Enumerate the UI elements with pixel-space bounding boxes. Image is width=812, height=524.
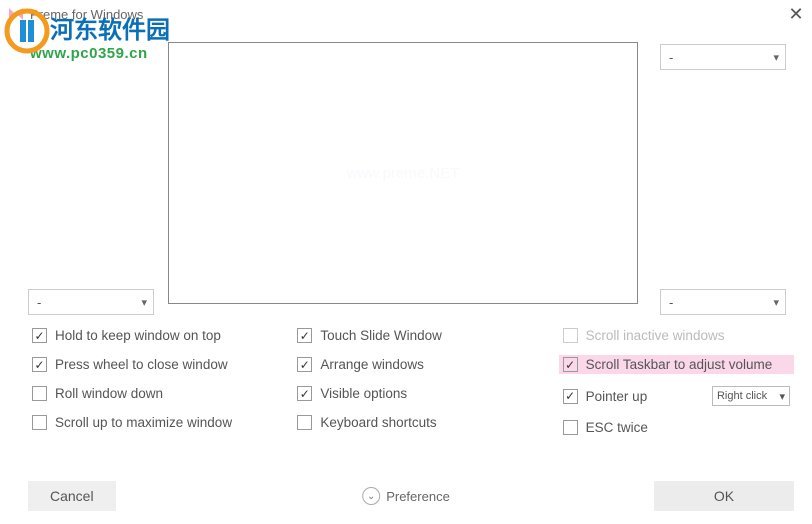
preview-area: www.preme.NET: [168, 42, 638, 304]
selector-left[interactable]: - ▾: [28, 289, 154, 315]
option-label: Scroll inactive windows: [586, 328, 725, 343]
options-column-2: ✓ Touch Slide Window ✓ Arrange windows ✓ Visi…: [293, 326, 528, 437]
chevron-down-icon: ▾: [779, 390, 785, 403]
option-label: Scroll up to maximize window: [55, 415, 232, 430]
window-title: Preme for Windows: [30, 7, 143, 22]
option-checkbox[interactable]: ✓ Visible options: [293, 384, 528, 403]
option-checkbox[interactable]: ✓ Hold to keep window on top: [28, 326, 263, 345]
chevron-down-icon: ▾: [773, 296, 779, 309]
selector-bottom-right-value: -: [669, 295, 673, 310]
checkbox-icon: [563, 420, 578, 435]
option-checkbox[interactable]: Scroll up to maximize window: [28, 413, 263, 432]
option-checkbox[interactable]: ✓ Press wheel to close window: [28, 355, 263, 374]
selector-left-value: -: [37, 295, 41, 310]
selector-top-right-value: -: [669, 50, 673, 65]
option-label: Keyboard shortcuts: [320, 415, 436, 430]
preference-label: Preference: [386, 489, 450, 504]
option-checkbox[interactable]: ✓ Scroll Taskbar to adjust volume: [559, 355, 794, 374]
option-checkbox[interactable]: ESC twice: [559, 418, 794, 437]
app-icon: [8, 6, 24, 22]
checkbox-icon: ✓: [297, 328, 312, 343]
option-label: Arrange windows: [320, 357, 424, 372]
checkbox-icon: ✓: [32, 328, 47, 343]
option-label: Press wheel to close window: [55, 357, 228, 372]
options-grid: ✓ Hold to keep window on top ✓ Press wheel …: [28, 326, 794, 437]
close-icon[interactable]: ✕: [786, 4, 806, 24]
ok-button[interactable]: OK: [654, 481, 794, 511]
option-checkbox: Scroll inactive windows: [559, 326, 794, 345]
option-checkbox[interactable]: Roll window down: [28, 384, 263, 403]
option-label: Touch Slide Window: [320, 328, 442, 343]
checkbox-icon: [32, 386, 47, 401]
watermark-url: www.pc0359.cn: [30, 45, 170, 62]
checkbox-icon: ✓: [563, 389, 578, 404]
checkbox-icon: ✓: [297, 386, 312, 401]
checkbox-icon: ✓: [297, 357, 312, 372]
inline-select-value: Right click: [717, 390, 767, 402]
pointer-up-select[interactable]: Right click ▾: [712, 386, 790, 406]
chevron-down-icon: ▾: [773, 51, 779, 64]
option-label: Roll window down: [55, 386, 163, 401]
chevron-down-icon: ⌄: [362, 487, 380, 505]
option-label: Hold to keep window on top: [55, 328, 221, 343]
selector-top-right[interactable]: - ▾: [660, 44, 786, 70]
checkbox-icon: [563, 328, 578, 343]
option-checkbox[interactable]: Keyboard shortcuts: [293, 413, 528, 432]
checkbox-icon: [297, 415, 312, 430]
checkbox-icon: ✓: [32, 357, 47, 372]
preview-placeholder: www.preme.NET: [347, 165, 460, 182]
option-checkbox[interactable]: ✓ Arrange windows: [293, 355, 528, 374]
option-label: ESC twice: [586, 420, 648, 435]
option-label: Pointer up: [586, 389, 648, 404]
option-checkbox[interactable]: ✓ Pointer up Right click ▾: [559, 384, 794, 408]
option-checkbox[interactable]: ✓ Touch Slide Window: [293, 326, 528, 345]
titlebar: Preme for Windows ✕: [0, 0, 812, 28]
checkbox-icon: ✓: [563, 357, 578, 372]
preference-toggle[interactable]: ⌄ Preference: [362, 487, 450, 505]
cancel-button[interactable]: Cancel: [28, 481, 116, 511]
options-column-1: ✓ Hold to keep window on top ✓ Press wheel …: [28, 326, 263, 437]
option-label: Scroll Taskbar to adjust volume: [586, 357, 773, 372]
checkbox-icon: [32, 415, 47, 430]
option-label: Visible options: [320, 386, 407, 401]
options-column-3: Scroll inactive windows ✓ Scroll Taskbar t…: [559, 326, 794, 437]
chevron-down-icon: ▾: [141, 296, 147, 309]
bottom-bar: Cancel ⌄ Preference OK: [0, 478, 812, 514]
selector-bottom-right[interactable]: - ▾: [660, 289, 786, 315]
